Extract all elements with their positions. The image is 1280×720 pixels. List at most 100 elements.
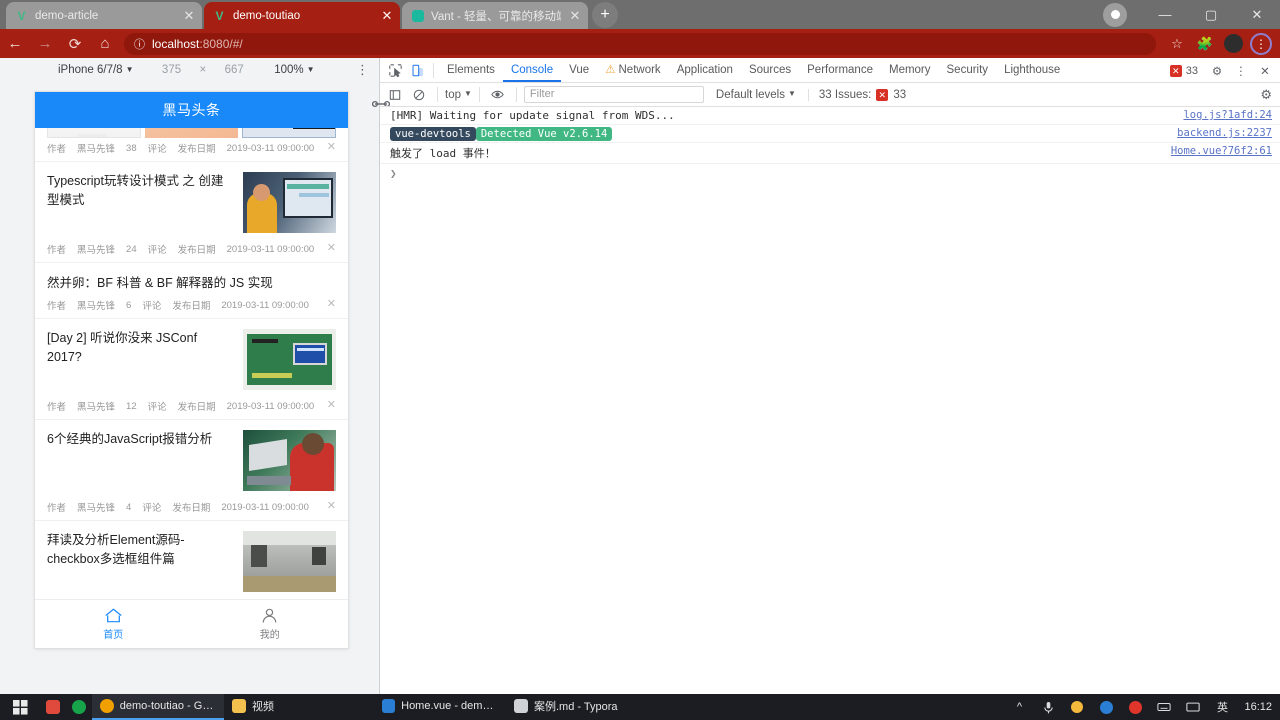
tab-lighthouse[interactable]: Lighthouse [996, 58, 1068, 82]
puzzle-icon[interactable]: 🧩 [1192, 31, 1218, 57]
edge-browser-icon[interactable] [66, 694, 92, 720]
article-title: 6个经典的JavaScript报错分析 [47, 432, 213, 446]
forward-icon[interactable]: → [30, 29, 60, 58]
star-icon[interactable]: ☆ [1164, 31, 1190, 57]
device-zoom-selector[interactable]: 100% ▼ [274, 64, 314, 76]
levels-value: Default levels [715, 88, 785, 101]
browser-tab-3[interactable]: Vant - 轻量、可靠的移动端组件 ✕ [402, 2, 588, 29]
log-level-selector[interactable]: Default levels ▼ [716, 89, 796, 101]
log-source-link[interactable]: log.js?1afd:24 [1183, 109, 1272, 121]
weather-tray-icon[interactable] [1064, 694, 1090, 720]
device-more-options-icon[interactable]: ⋮ [356, 62, 369, 78]
close-icon[interactable]: ✕ [327, 241, 336, 254]
article-meta: 作者 黑马先锋 24 评论 发布日期 2019-03-11 09:00:00 ✕ [47, 239, 336, 262]
ime-indicator[interactable]: 英 [1209, 694, 1235, 720]
taskbar-clock[interactable]: 16:12 [1238, 701, 1272, 713]
close-icon[interactable]: ✕ [1254, 59, 1276, 83]
taskbar-app-typora[interactable]: 案例.md - Typora [506, 694, 626, 720]
keyboard-tray-icon[interactable] [1151, 694, 1177, 720]
log-source-link[interactable]: Home.vue?76f2:61 [1171, 145, 1272, 157]
close-icon[interactable]: ✕ [568, 9, 582, 23]
tab-profile[interactable]: 我的 [192, 600, 349, 648]
tab-console[interactable]: Console [503, 58, 561, 82]
filter-input[interactable]: Filter [523, 86, 704, 103]
account-badge-icon[interactable] [1096, 0, 1142, 29]
avatar-icon[interactable] [1220, 31, 1246, 57]
tab-application[interactable]: Application [669, 58, 741, 82]
close-icon[interactable]: ✕ [327, 140, 336, 153]
console-output[interactable]: [HMR] Waiting for update signal from WDS… [380, 107, 1280, 694]
windows-start-icon[interactable] [0, 694, 40, 720]
issues-badge[interactable]: 33 Issues: ✕ 33 [807, 88, 906, 101]
microphone-tray-icon[interactable] [1035, 694, 1061, 720]
cursor-inspect-icon[interactable] [384, 58, 406, 82]
publish-date: 2019-03-11 09:00:00 [226, 142, 315, 154]
home-icon [105, 608, 122, 623]
kebab-menu-icon[interactable]: ⋮ [1248, 31, 1274, 57]
kebab-menu-icon[interactable]: ⋮ [1230, 59, 1252, 83]
network-tray-icon[interactable] [1180, 694, 1206, 720]
close-icon[interactable]: ✕ [327, 499, 336, 512]
tab-network[interactable]: ⚠ Network [597, 58, 669, 82]
date-label: 发布日期 [177, 402, 216, 413]
address-bar[interactable]: ⓘ localhost:8080/#/ [124, 32, 1156, 55]
device-toolbar: iPhone 6/7/8 ▼ 375 × 667 100% ▼ ⋮ [0, 58, 379, 82]
search-flower-icon[interactable] [40, 694, 66, 720]
maximize-button[interactable]: ▢ [1188, 0, 1234, 29]
article-meta: 作者 黑马先锋 4 评论 发布日期 2019-03-11 09:00:00 ✕ [47, 497, 336, 520]
taskbar-app-folder[interactable]: 视频 [224, 694, 282, 720]
tab-memory[interactable]: Memory [881, 58, 939, 82]
recorder-record-icon[interactable] [1122, 694, 1148, 720]
app-header: 黑马头条 [35, 92, 348, 128]
browser-tab-1[interactable]: V demo-article ✕ [6, 2, 202, 29]
console-context-selector[interactable]: top ▼ [445, 89, 472, 101]
close-icon[interactable]: ✕ [380, 9, 394, 23]
omnibox-actions: ☆ 🧩 ⋮ [1164, 31, 1280, 57]
article-item[interactable]: 作者 黑马先锋 38 评论 发布日期 2019-03-11 09:00:00 ✕ [35, 128, 348, 162]
device-width-input[interactable]: 375 [150, 64, 194, 76]
new-tab-button[interactable]: + [592, 2, 618, 28]
tab-security[interactable]: Security [939, 58, 997, 82]
article-item[interactable]: Typescript玩转设计模式 之 创建型模式 作者 黑马先锋 24 评论 发… [35, 162, 348, 263]
article-item[interactable]: 6个经典的JavaScript报错分析 作者 黑马先锋 4 评论 发布日期 20… [35, 420, 348, 521]
article-item[interactable]: 然并卵：BF 科普 & BF 解释器的 JS 实现 作者 黑马先锋 6 评论 发… [35, 263, 348, 319]
log-badge-name: vue-devtools [390, 127, 476, 141]
divider [437, 87, 438, 102]
taskbar-app-vscode[interactable]: Home.vue - demo-t... [374, 694, 506, 720]
console-sidebar-icon[interactable] [384, 83, 406, 107]
close-window-button[interactable]: ✕ [1234, 0, 1280, 29]
browser-tab-2[interactable]: V demo-toutiao ✕ [204, 2, 400, 29]
article-item[interactable]: [Day 2] 听说你没来 JSConf 2017? 作者 黑马先锋 12 评论… [35, 319, 348, 420]
recorder-pause-icon[interactable] [1093, 694, 1119, 720]
close-icon[interactable]: ✕ [182, 9, 196, 23]
home-icon[interactable]: ⌂ [90, 29, 120, 58]
taskbar-app-chrome[interactable]: demo-toutiao - Go... [92, 694, 224, 720]
close-icon[interactable]: ✕ [327, 297, 336, 310]
live-expression-icon[interactable] [487, 83, 509, 107]
tab-sources[interactable]: Sources [741, 58, 799, 82]
article-list[interactable]: 作者 黑马先锋 38 评论 发布日期 2019-03-11 09:00:00 ✕ [35, 128, 348, 648]
log-source-link[interactable]: backend.js:2237 [1177, 127, 1272, 139]
device-height-input[interactable]: 667 [212, 64, 256, 76]
minimize-button[interactable]: — [1142, 0, 1188, 29]
reload-icon[interactable]: ⟳ [60, 29, 90, 58]
tab-home[interactable]: 首页 [35, 600, 192, 648]
back-icon[interactable]: ← [0, 29, 30, 58]
device-selector[interactable]: iPhone 6/7/8 ▼ [58, 64, 134, 76]
console-log-row[interactable]: [HMR] Waiting for update signal from WDS… [380, 107, 1280, 125]
console-log-row[interactable]: 触发了 load 事件！ Home.vue?76f2:61 [380, 143, 1280, 164]
tab-vue[interactable]: Vue [561, 58, 597, 82]
device-toolbar-icon[interactable] [406, 58, 428, 82]
console-prompt[interactable]: ❯ [380, 164, 1280, 183]
console-log-row[interactable]: vue-devtools Detected Vue v2.6.14 backend… [380, 125, 1280, 143]
gear-icon[interactable]: ⚙ [1260, 87, 1272, 103]
tab-performance[interactable]: Performance [799, 58, 881, 82]
close-icon[interactable]: ✕ [327, 398, 336, 411]
tab-elements[interactable]: Elements [439, 58, 503, 82]
chevron-up-icon[interactable]: ^ [1006, 694, 1032, 720]
error-count-badge[interactable]: ✕ 33 [1164, 64, 1204, 77]
info-circle-icon[interactable]: ⓘ [134, 36, 145, 52]
gear-icon[interactable]: ⚙ [1206, 59, 1228, 83]
clear-console-icon[interactable] [408, 83, 430, 107]
url-host: localhost [152, 36, 200, 51]
